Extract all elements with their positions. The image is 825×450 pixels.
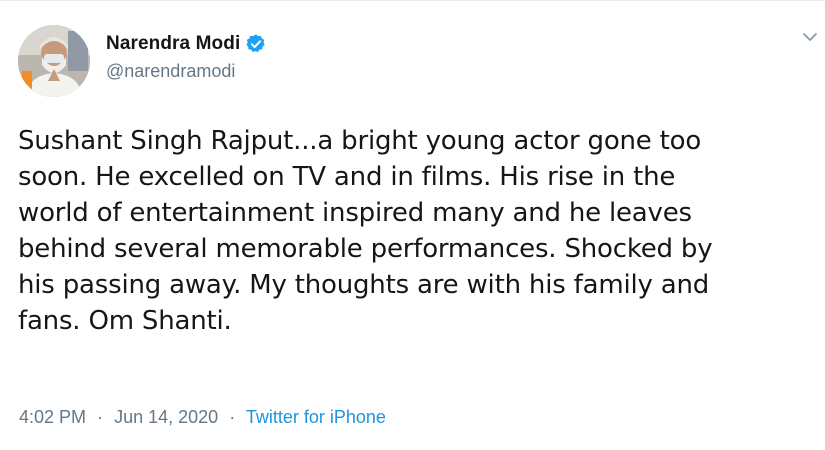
name-row: Narendra Modi <box>106 31 267 57</box>
meta-separator: · <box>229 407 236 427</box>
handle[interactable]: @narendramodi <box>106 61 267 82</box>
tweet-header: Narendra Modi @narendramodi <box>18 25 817 99</box>
tweet-text: Sushant Singh Rajput...a bright young ac… <box>18 126 713 336</box>
tweet-card: Narendra Modi @narendramodi Sushant Sing… <box>0 0 825 450</box>
tweet-date[interactable]: Jun 14, 2020 <box>114 407 218 427</box>
avatar[interactable] <box>18 25 90 97</box>
chevron-down-icon[interactable] <box>800 27 820 47</box>
avatar-image <box>18 25 90 97</box>
tweet-source-link[interactable]: Twitter for iPhone <box>246 407 386 427</box>
meta-separator: · <box>97 407 104 427</box>
tweet-time[interactable]: 4:02 PM <box>19 407 86 427</box>
author-block: Narendra Modi @narendramodi <box>106 31 267 82</box>
verified-badge-icon <box>245 33 267 55</box>
display-name[interactable]: Narendra Modi <box>106 33 240 55</box>
tweet-meta: 4:02 PM · Jun 14, 2020 · Twitter for iPh… <box>19 407 386 428</box>
